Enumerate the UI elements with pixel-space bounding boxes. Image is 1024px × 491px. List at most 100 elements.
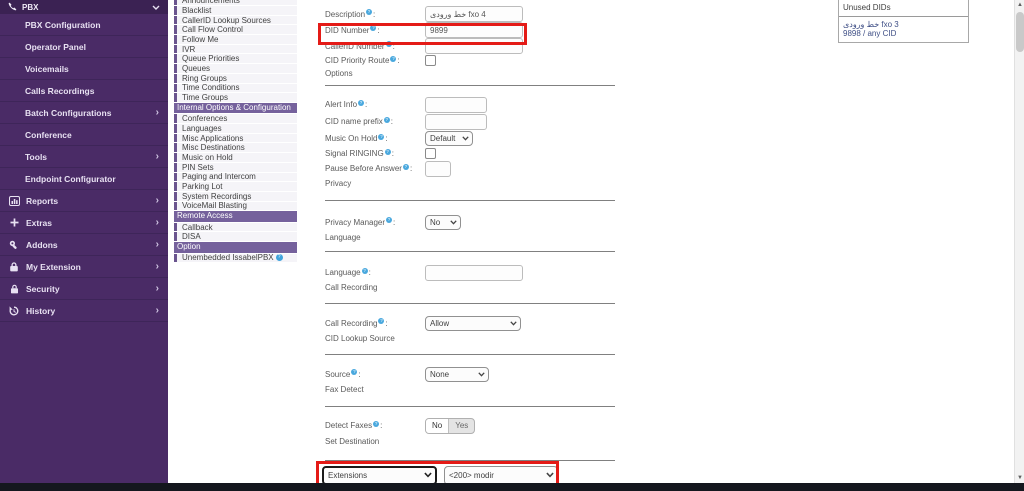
submenu-item-announcements[interactable]: Announcements: [174, 0, 297, 5]
scroll-up-arrow[interactable]: ▲: [1015, 0, 1024, 10]
submenu-item-ivr[interactable]: IVR: [174, 45, 297, 54]
did-number-row: DID Number? 9899: [325, 22, 617, 38]
unused-dids-panel: Unused DIDs خط ورودی fxo 39898 / any CID: [838, 0, 969, 43]
sidebar-item-calls-recordings[interactable]: Calls Recordings: [0, 80, 168, 102]
help-icon[interactable]: ?: [358, 100, 364, 106]
info-icon[interactable]: ?: [276, 254, 283, 261]
section-options: Options: [325, 67, 617, 80]
help-icon[interactable]: ?: [378, 134, 384, 140]
help-icon[interactable]: ?: [390, 56, 396, 62]
submenu-item-label: IVR: [182, 45, 195, 54]
section-privacy: Privacy: [325, 177, 617, 190]
unused-did-link[interactable]: خط ورودی fxo 39898 / any CID: [839, 17, 968, 42]
description-input[interactable]: خط ورودی fxo 4: [425, 6, 523, 22]
submenu-item-disa[interactable]: DISA: [174, 232, 297, 241]
sidebar-item-security[interactable]: Security›: [0, 278, 168, 300]
help-icon[interactable]: ?: [351, 369, 357, 375]
submenu-item-label: Languages: [182, 124, 222, 133]
detect-faxes-toggle: No Yes: [425, 418, 475, 434]
submenu-item-system-recordings[interactable]: System Recordings: [174, 192, 297, 201]
sidebar-item-conference[interactable]: Conference: [0, 124, 168, 146]
submenu-item-misc-applications[interactable]: Misc Applications: [174, 134, 297, 143]
help-icon[interactable]: ?: [403, 164, 409, 170]
divider: [325, 251, 615, 252]
scrollbar-thumb[interactable]: [1016, 12, 1024, 52]
chevron-right-icon: ›: [156, 218, 159, 228]
pause-before-answer-input[interactable]: [425, 161, 451, 177]
submenu-item-follow-me[interactable]: Follow Me: [174, 35, 297, 44]
submenu-item-callback[interactable]: Callback: [174, 223, 297, 232]
submenu-item-voicemail-blasting[interactable]: VoiceMail Blasting: [174, 202, 297, 211]
alert-info-input[interactable]: [425, 97, 487, 113]
language-input[interactable]: [425, 265, 523, 281]
callerid-number-input[interactable]: [425, 38, 523, 54]
submenu-item-callerid-lookup-sources[interactable]: CallerID Lookup Sources: [174, 16, 297, 25]
sidebar-item-history[interactable]: History›: [0, 300, 168, 322]
sidebar-item-label: Conference: [25, 130, 72, 140]
signal-ringing-checkbox[interactable]: [425, 148, 436, 159]
help-icon[interactable]: ?: [384, 117, 390, 123]
submenu-item-conferences[interactable]: Conferences: [174, 114, 297, 123]
help-icon[interactable]: ?: [378, 318, 384, 324]
sidebar-item-extras[interactable]: Extras›: [0, 212, 168, 234]
help-icon[interactable]: ?: [386, 217, 392, 223]
divider: [325, 354, 615, 355]
submenu-item-label: Misc Applications: [182, 134, 243, 143]
divider: [325, 200, 615, 201]
help-icon[interactable]: ?: [373, 421, 379, 427]
sidebar-header-pbx[interactable]: PBX: [0, 0, 168, 14]
submenu-item-label: DISA: [182, 232, 201, 241]
sidebar-item-voicemails[interactable]: Voicemails: [0, 58, 168, 80]
help-icon[interactable]: ?: [385, 149, 391, 155]
submenu-item-pin-sets[interactable]: PIN Sets: [174, 163, 297, 172]
submenu-item-ring-groups[interactable]: Ring Groups: [174, 74, 297, 83]
submenu-item-languages[interactable]: Languages: [174, 124, 297, 133]
sidebar-item-operator-panel[interactable]: Operator Panel: [0, 36, 168, 58]
call-recording-select[interactable]: Allow: [425, 316, 521, 331]
detect-faxes-option-no[interactable]: No: [426, 419, 449, 433]
submenu-item-unembedded-issabelpbx[interactable]: Unembedded IssabelPBX?: [174, 254, 297, 263]
cid-name-prefix-input[interactable]: [425, 114, 487, 130]
help-icon[interactable]: ?: [386, 41, 392, 47]
pause-before-answer-row: Pause Before Answer?: [325, 160, 617, 177]
detect-faxes-row: Detect Faxes? No Yes: [325, 417, 617, 434]
sidebar-item-label: Security: [26, 284, 60, 294]
scroll-down-arrow[interactable]: ▼: [1015, 473, 1024, 483]
sidebar: PBX PBX ConfigurationOperator PanelVoice…: [0, 0, 168, 483]
submenu-item-time-conditions[interactable]: Time Conditions: [174, 84, 297, 93]
submenu-item-queue-priorities[interactable]: Queue Priorities: [174, 54, 297, 63]
source-select[interactable]: None: [425, 367, 489, 382]
submenu-item-time-groups[interactable]: Time Groups: [174, 93, 297, 102]
submenu-item-blacklist[interactable]: Blacklist: [174, 6, 297, 15]
sidebar-item-label: Calls Recordings: [25, 86, 94, 96]
source-label: Source?: [325, 370, 425, 379]
sidebar-item-batch-configurations[interactable]: Batch Configurations›: [0, 102, 168, 124]
music-on-hold-select[interactable]: Default: [425, 131, 473, 146]
sidebar-item-my-extension[interactable]: My Extension›: [0, 256, 168, 278]
help-icon[interactable]: ?: [366, 9, 372, 15]
cid-priority-route-checkbox[interactable]: [425, 55, 436, 66]
submenu-item-call-flow-control[interactable]: Call Flow Control: [174, 25, 297, 34]
section-set-destination: Set Destination: [325, 434, 617, 448]
cid-name-prefix-label: CID name prefix?: [325, 117, 425, 126]
submenu-item-paging-and-intercom[interactable]: Paging and Intercom: [174, 173, 297, 182]
submenu-item-parking-lot[interactable]: Parking Lot: [174, 182, 297, 191]
sidebar-item-tools[interactable]: Tools›: [0, 146, 168, 168]
sidebar-item-addons[interactable]: Addons›: [0, 234, 168, 256]
help-icon[interactable]: ?: [362, 268, 368, 274]
description-row: Description? خط ورودی fxo 4: [325, 6, 617, 22]
help-icon[interactable]: ?: [370, 25, 376, 31]
submenu-item-queues[interactable]: Queues: [174, 64, 297, 73]
language-row: Language?: [325, 264, 617, 281]
submenu-item-misc-destinations[interactable]: Misc Destinations: [174, 143, 297, 152]
sidebar-item-endpoint-configurator[interactable]: Endpoint Configurator: [0, 168, 168, 190]
inbound-route-form: Description? خط ورودی fxo 4 DID Number? …: [325, 6, 617, 461]
privacy-manager-select[interactable]: No: [425, 215, 461, 230]
sidebar-item-pbx-configuration[interactable]: PBX Configuration: [0, 14, 168, 36]
signal-ringing-row: Signal RINGING?: [325, 147, 617, 160]
sidebar-item-reports[interactable]: Reports›: [0, 190, 168, 212]
detect-faxes-option-yes[interactable]: Yes: [449, 419, 474, 433]
chevron-down-icon: [546, 471, 554, 480]
submenu-item-music-on-hold[interactable]: Music on Hold: [174, 153, 297, 162]
did-number-input[interactable]: 9899: [425, 22, 523, 38]
